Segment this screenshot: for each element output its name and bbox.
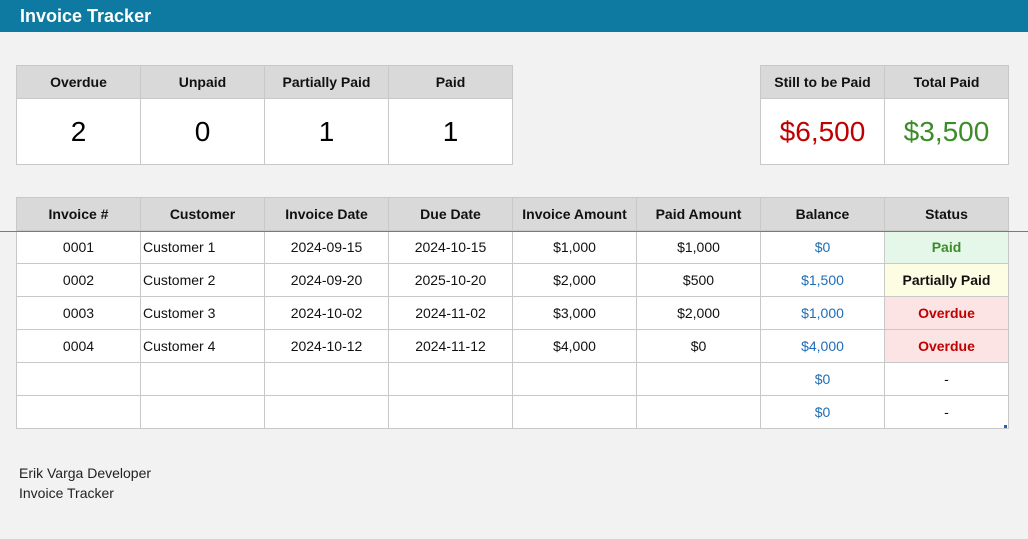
cell-invoice-date[interactable]: 2024-09-15: [264, 230, 389, 264]
footer-author: Erik Varga Developer: [19, 465, 152, 481]
col-header-invoice-amount[interactable]: Invoice Amount: [512, 197, 637, 231]
col-header-invoice-number[interactable]: Invoice #: [16, 197, 141, 231]
cell-status[interactable]: Partially Paid: [884, 263, 1009, 297]
cell-status[interactable]: Paid: [884, 230, 1009, 264]
table-row: $0 -: [16, 395, 1009, 429]
cell-paid-amount[interactable]: $500: [636, 263, 761, 297]
footer: Erik Varga Developer Invoice Tracker: [19, 463, 151, 503]
cell-status[interactable]: Overdue: [884, 329, 1009, 363]
table-resize-handle[interactable]: [1004, 425, 1007, 428]
cell-invoice-date[interactable]: [264, 362, 389, 396]
cell-invoice-date[interactable]: 2024-10-02: [264, 296, 389, 330]
kpi-money-panel: Still to be Paid Total Paid $6,500 $3,50…: [760, 65, 1009, 165]
cell-invoice-number[interactable]: [16, 395, 141, 429]
table-row: $0 -: [16, 362, 1009, 396]
cell-invoice-amount[interactable]: $3,000: [512, 296, 637, 330]
col-header-status[interactable]: Status: [884, 197, 1009, 231]
cell-status[interactable]: Overdue: [884, 296, 1009, 330]
cell-status[interactable]: -: [884, 362, 1009, 396]
cell-invoice-number[interactable]: 0002: [16, 263, 141, 297]
cell-invoice-date[interactable]: [264, 395, 389, 429]
cell-invoice-date[interactable]: 2024-10-12: [264, 329, 389, 363]
cell-invoice-amount[interactable]: $1,000: [512, 230, 637, 264]
cell-due-date[interactable]: 2025-10-20: [388, 263, 513, 297]
col-header-paid-amount[interactable]: Paid Amount: [636, 197, 761, 231]
cell-due-date[interactable]: 2024-11-12: [388, 329, 513, 363]
cell-balance[interactable]: $1,500: [760, 263, 885, 297]
kpi-partially-paid-value[interactable]: 1: [264, 98, 389, 165]
table-row: 0004 Customer 4 2024-10-12 2024-11-12 $4…: [16, 329, 1009, 363]
cell-paid-amount[interactable]: $1,000: [636, 230, 761, 264]
cell-balance[interactable]: $0: [760, 362, 885, 396]
cell-customer[interactable]: Customer 3: [140, 296, 265, 330]
cell-invoice-number[interactable]: [16, 362, 141, 396]
table-row: 0002 Customer 2 2024-09-20 2025-10-20 $2…: [16, 263, 1009, 297]
table-row: 0001 Customer 1 2024-09-15 2024-10-15 $1…: [16, 230, 1009, 264]
table-header-row: Invoice # Customer Invoice Date Due Date…: [16, 197, 1009, 231]
cell-paid-amount[interactable]: $0: [636, 329, 761, 363]
app-title: Invoice Tracker: [0, 0, 1028, 32]
cell-paid-amount[interactable]: [636, 395, 761, 429]
cell-status[interactable]: -: [884, 395, 1009, 429]
cell-invoice-amount[interactable]: $4,000: [512, 329, 637, 363]
cell-invoice-number[interactable]: 0001: [16, 230, 141, 264]
cell-customer[interactable]: [140, 362, 265, 396]
kpi-total-paid-value[interactable]: $3,500: [884, 98, 1009, 165]
kpi-still-to-be-paid-value[interactable]: $6,500: [760, 98, 885, 165]
kpi-paid-label: Paid: [388, 65, 513, 99]
cell-invoice-number[interactable]: 0004: [16, 329, 141, 363]
col-header-due-date[interactable]: Due Date: [388, 197, 513, 231]
cell-balance[interactable]: $1,000: [760, 296, 885, 330]
cell-customer[interactable]: Customer 4: [140, 329, 265, 363]
cell-paid-amount[interactable]: [636, 362, 761, 396]
cell-customer[interactable]: Customer 1: [140, 230, 265, 264]
cell-invoice-amount[interactable]: [512, 395, 637, 429]
cell-due-date[interactable]: 2024-11-02: [388, 296, 513, 330]
cell-balance[interactable]: $0: [760, 395, 885, 429]
cell-paid-amount[interactable]: $2,000: [636, 296, 761, 330]
kpi-unpaid-label: Unpaid: [140, 65, 265, 99]
table-row: 0003 Customer 3 2024-10-02 2024-11-02 $3…: [16, 296, 1009, 330]
cell-balance[interactable]: $0: [760, 230, 885, 264]
cell-invoice-number[interactable]: 0003: [16, 296, 141, 330]
cell-invoice-amount[interactable]: [512, 362, 637, 396]
col-header-balance[interactable]: Balance: [760, 197, 885, 231]
kpi-overdue-label: Overdue: [16, 65, 141, 99]
kpi-still-to-be-paid-label: Still to be Paid: [760, 65, 885, 99]
cell-customer[interactable]: Customer 2: [140, 263, 265, 297]
kpi-unpaid-value[interactable]: 0: [140, 98, 265, 165]
kpi-partially-paid-label: Partially Paid: [264, 65, 389, 99]
kpi-total-paid-label: Total Paid: [884, 65, 1009, 99]
col-header-invoice-date[interactable]: Invoice Date: [264, 197, 389, 231]
cell-due-date[interactable]: [388, 362, 513, 396]
cell-due-date[interactable]: 2024-10-15: [388, 230, 513, 264]
cell-due-date[interactable]: [388, 395, 513, 429]
kpi-overdue-value[interactable]: 2: [16, 98, 141, 165]
cell-customer[interactable]: [140, 395, 265, 429]
footer-app-name: Invoice Tracker: [19, 485, 114, 501]
cell-invoice-amount[interactable]: $2,000: [512, 263, 637, 297]
cell-balance[interactable]: $4,000: [760, 329, 885, 363]
selection-divider-line: [0, 231, 1028, 232]
kpi-counts-panel: Overdue Unpaid Partially Paid Paid 2 0 1…: [16, 65, 513, 165]
kpi-paid-value[interactable]: 1: [388, 98, 513, 165]
col-header-customer[interactable]: Customer: [140, 197, 265, 231]
cell-invoice-date[interactable]: 2024-09-20: [264, 263, 389, 297]
